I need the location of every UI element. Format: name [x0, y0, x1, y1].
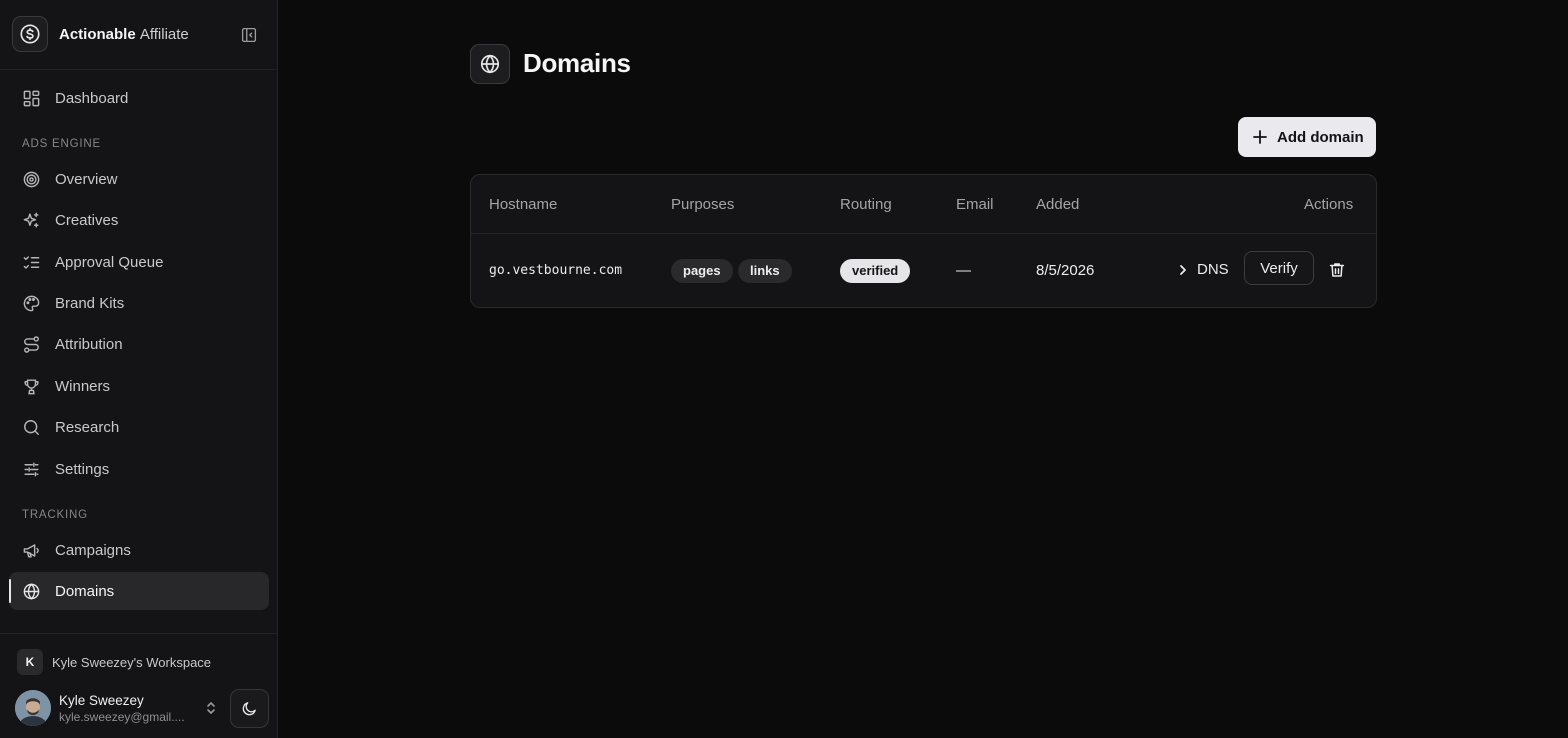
- globe-icon: [470, 44, 510, 84]
- layout-grid-icon: [22, 89, 41, 108]
- sidebar-item-domains[interactable]: Domains: [9, 572, 269, 610]
- sidebar-item-label: Attribution: [55, 336, 123, 353]
- sidebar-item-label: Settings: [55, 461, 110, 478]
- search-icon: [22, 418, 41, 437]
- sidebar-item-label: Campaigns: [55, 542, 131, 559]
- chevrons-up-down-icon[interactable]: [204, 700, 218, 716]
- dns-toggle[interactable]: DNS: [1177, 260, 1237, 280]
- column-header-routing: Routing: [840, 196, 892, 213]
- sidebar-item-label: Approval Queue: [55, 254, 164, 271]
- sidebar-item-label: Dashboard: [55, 90, 129, 107]
- sidebar-item-label: Brand Kits: [55, 295, 125, 312]
- dns-label: DNS: [1197, 261, 1229, 278]
- verify-button[interactable]: Verify: [1244, 251, 1314, 285]
- purpose-badge: pages: [671, 259, 733, 283]
- route-icon: [22, 335, 41, 354]
- sidebar-item-label: Domains: [55, 583, 115, 600]
- sidebar-item-campaigns[interactable]: Campaigns: [9, 531, 269, 569]
- sidebar-item-winners[interactable]: Winners: [9, 367, 269, 405]
- list-checks-icon: [22, 253, 41, 272]
- sidebar-item-attribution[interactable]: Attribution: [9, 325, 269, 363]
- hostname-cell: go.vestbourne.com: [489, 263, 623, 278]
- routing-status-badge: verified: [840, 259, 911, 283]
- theme-toggle-button[interactable]: [230, 689, 269, 728]
- user-name: Kyle Sweezey: [59, 693, 144, 708]
- add-domain-button[interactable]: Add domain: [1238, 117, 1376, 157]
- megaphone-icon: [22, 541, 41, 560]
- email-cell: —: [956, 262, 971, 279]
- globe-icon: [22, 582, 41, 601]
- sidebar-item-approval-queue[interactable]: Approval Queue: [9, 243, 269, 281]
- sliders-icon: [22, 460, 41, 479]
- page-title: Domains: [523, 48, 631, 78]
- added-date-cell: 8/5/2026: [1036, 262, 1095, 279]
- target-icon: [22, 170, 41, 189]
- trophy-icon: [22, 377, 41, 396]
- sidebar-item-label: Creatives: [55, 212, 119, 229]
- column-header-email: Email: [956, 196, 994, 213]
- sidebar: Actionable Affiliate Dashboard ADS ENGIN…: [0, 0, 278, 738]
- add-domain-label: Add domain: [1277, 129, 1364, 146]
- brand-header: Actionable Affiliate: [0, 0, 277, 70]
- sidebar-item-settings[interactable]: Settings: [9, 450, 269, 488]
- sidebar-item-brand-kits[interactable]: Brand Kits: [9, 284, 269, 322]
- sidebar-item-research[interactable]: Research: [9, 408, 269, 446]
- section-label-ads-engine: ADS ENGINE: [22, 138, 101, 150]
- moon-icon: [241, 700, 258, 717]
- table-header-divider: [471, 233, 1376, 234]
- sparkles-icon: [22, 211, 41, 230]
- section-label-tracking: TRACKING: [22, 509, 88, 521]
- workspace-name[interactable]: Kyle Sweezey's Workspace: [52, 655, 211, 670]
- sidebar-item-label: Overview: [55, 171, 118, 188]
- dollar-logo-icon[interactable]: [12, 16, 48, 52]
- workspace-badge[interactable]: K: [17, 649, 43, 675]
- sidebar-item-overview[interactable]: Overview: [9, 160, 269, 198]
- column-header-purposes: Purposes: [671, 196, 735, 213]
- sidebar-item-dashboard[interactable]: Dashboard: [9, 79, 269, 117]
- sidebar-item-label: Research: [55, 419, 120, 436]
- column-header-added: Added: [1036, 196, 1080, 213]
- trash-icon[interactable]: [1328, 261, 1346, 279]
- palette-icon: [22, 294, 41, 313]
- brand-name: Actionable Affiliate: [59, 26, 189, 43]
- purpose-badge: links: [738, 259, 792, 283]
- plus-icon: [1252, 129, 1268, 145]
- column-header-actions: Actions: [1304, 196, 1354, 213]
- domains-table: Hostname Purposes Routing Email Added Ac…: [470, 174, 1377, 308]
- sidebar-collapse-icon[interactable]: [240, 26, 258, 44]
- column-header-hostname: Hostname: [489, 196, 558, 213]
- sidebar-item-label: Winners: [55, 378, 111, 395]
- chevron-right-icon: [1177, 263, 1189, 277]
- avatar[interactable]: [15, 690, 51, 726]
- sidebar-item-creatives[interactable]: Creatives: [9, 201, 269, 239]
- user-email: kyle.sweezey@gmail....: [59, 710, 185, 724]
- sidebar-divider: [0, 633, 277, 634]
